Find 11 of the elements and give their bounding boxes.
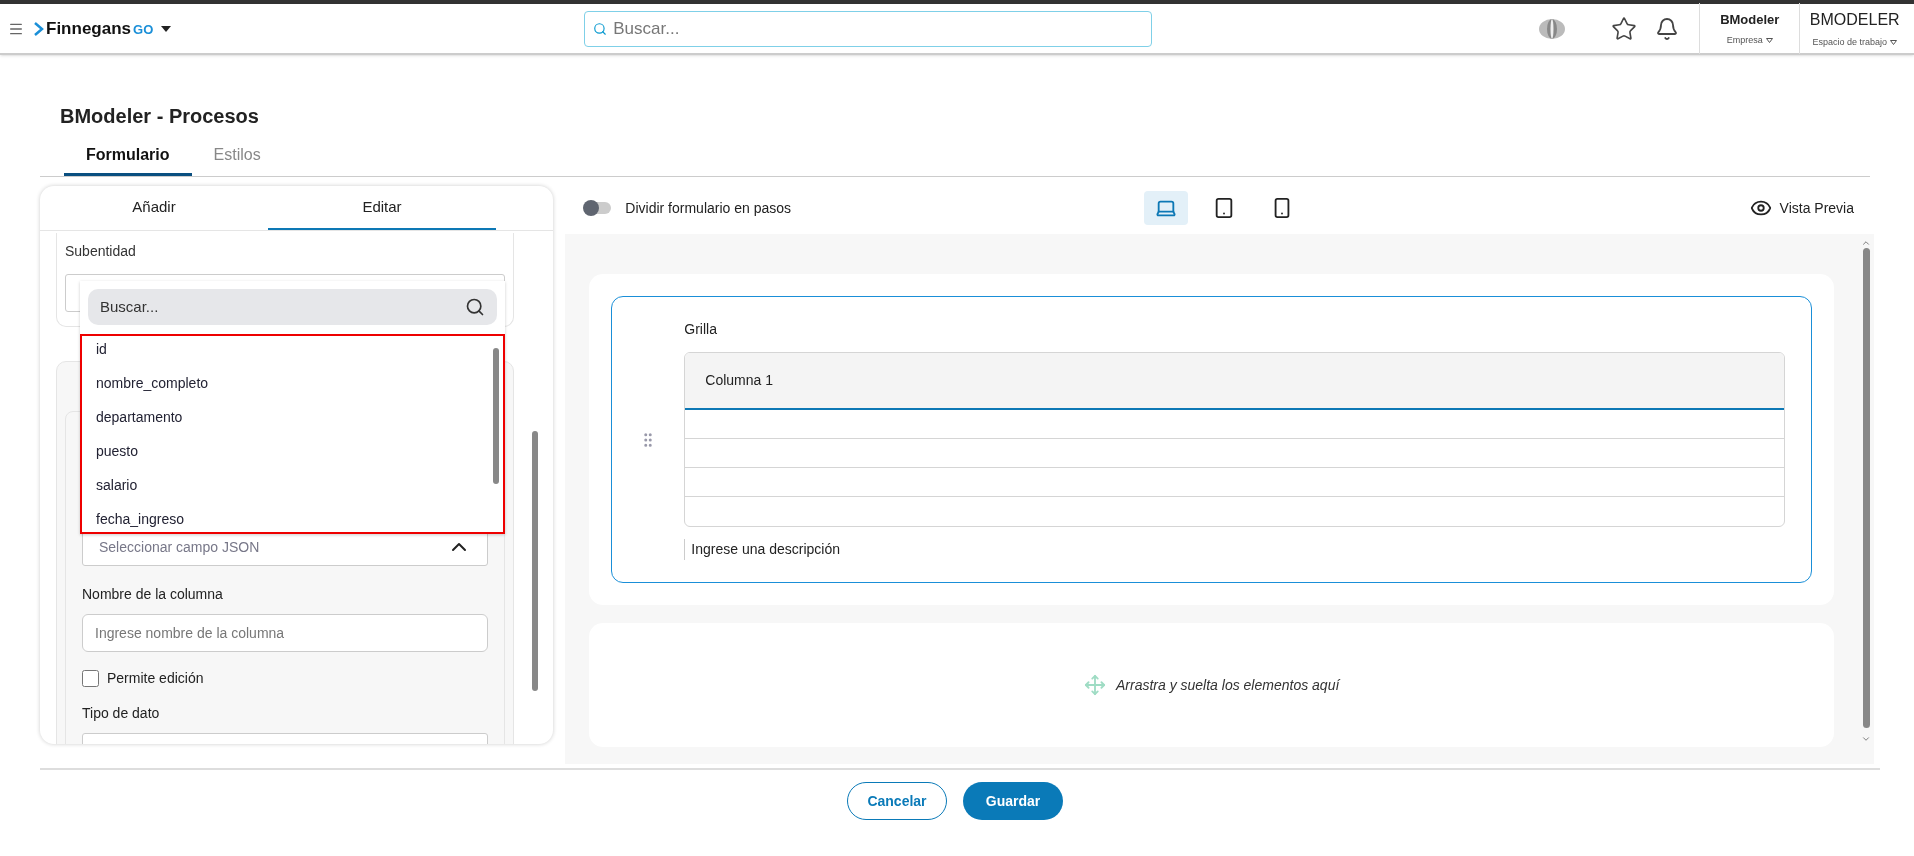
subentity-label: Subentidad bbox=[65, 242, 137, 261]
page-title: BModeler - Procesos bbox=[60, 104, 260, 129]
data-type-label: Tipo de dato bbox=[82, 704, 161, 723]
drop-zone-hint: Arrastra y suelta los elementos aquí bbox=[1116, 675, 1340, 695]
brand-name: Finnegans bbox=[46, 17, 131, 40]
brand-suffix: GO bbox=[133, 20, 154, 39]
column-name-label: Nombre de la columna bbox=[82, 585, 224, 604]
column-header: Columna 1 bbox=[704, 371, 773, 390]
editable-label: Permite edición bbox=[107, 669, 204, 688]
grid-title: Grilla bbox=[684, 320, 718, 339]
split-steps-label: Dividir formulario en pasos bbox=[625, 198, 792, 218]
